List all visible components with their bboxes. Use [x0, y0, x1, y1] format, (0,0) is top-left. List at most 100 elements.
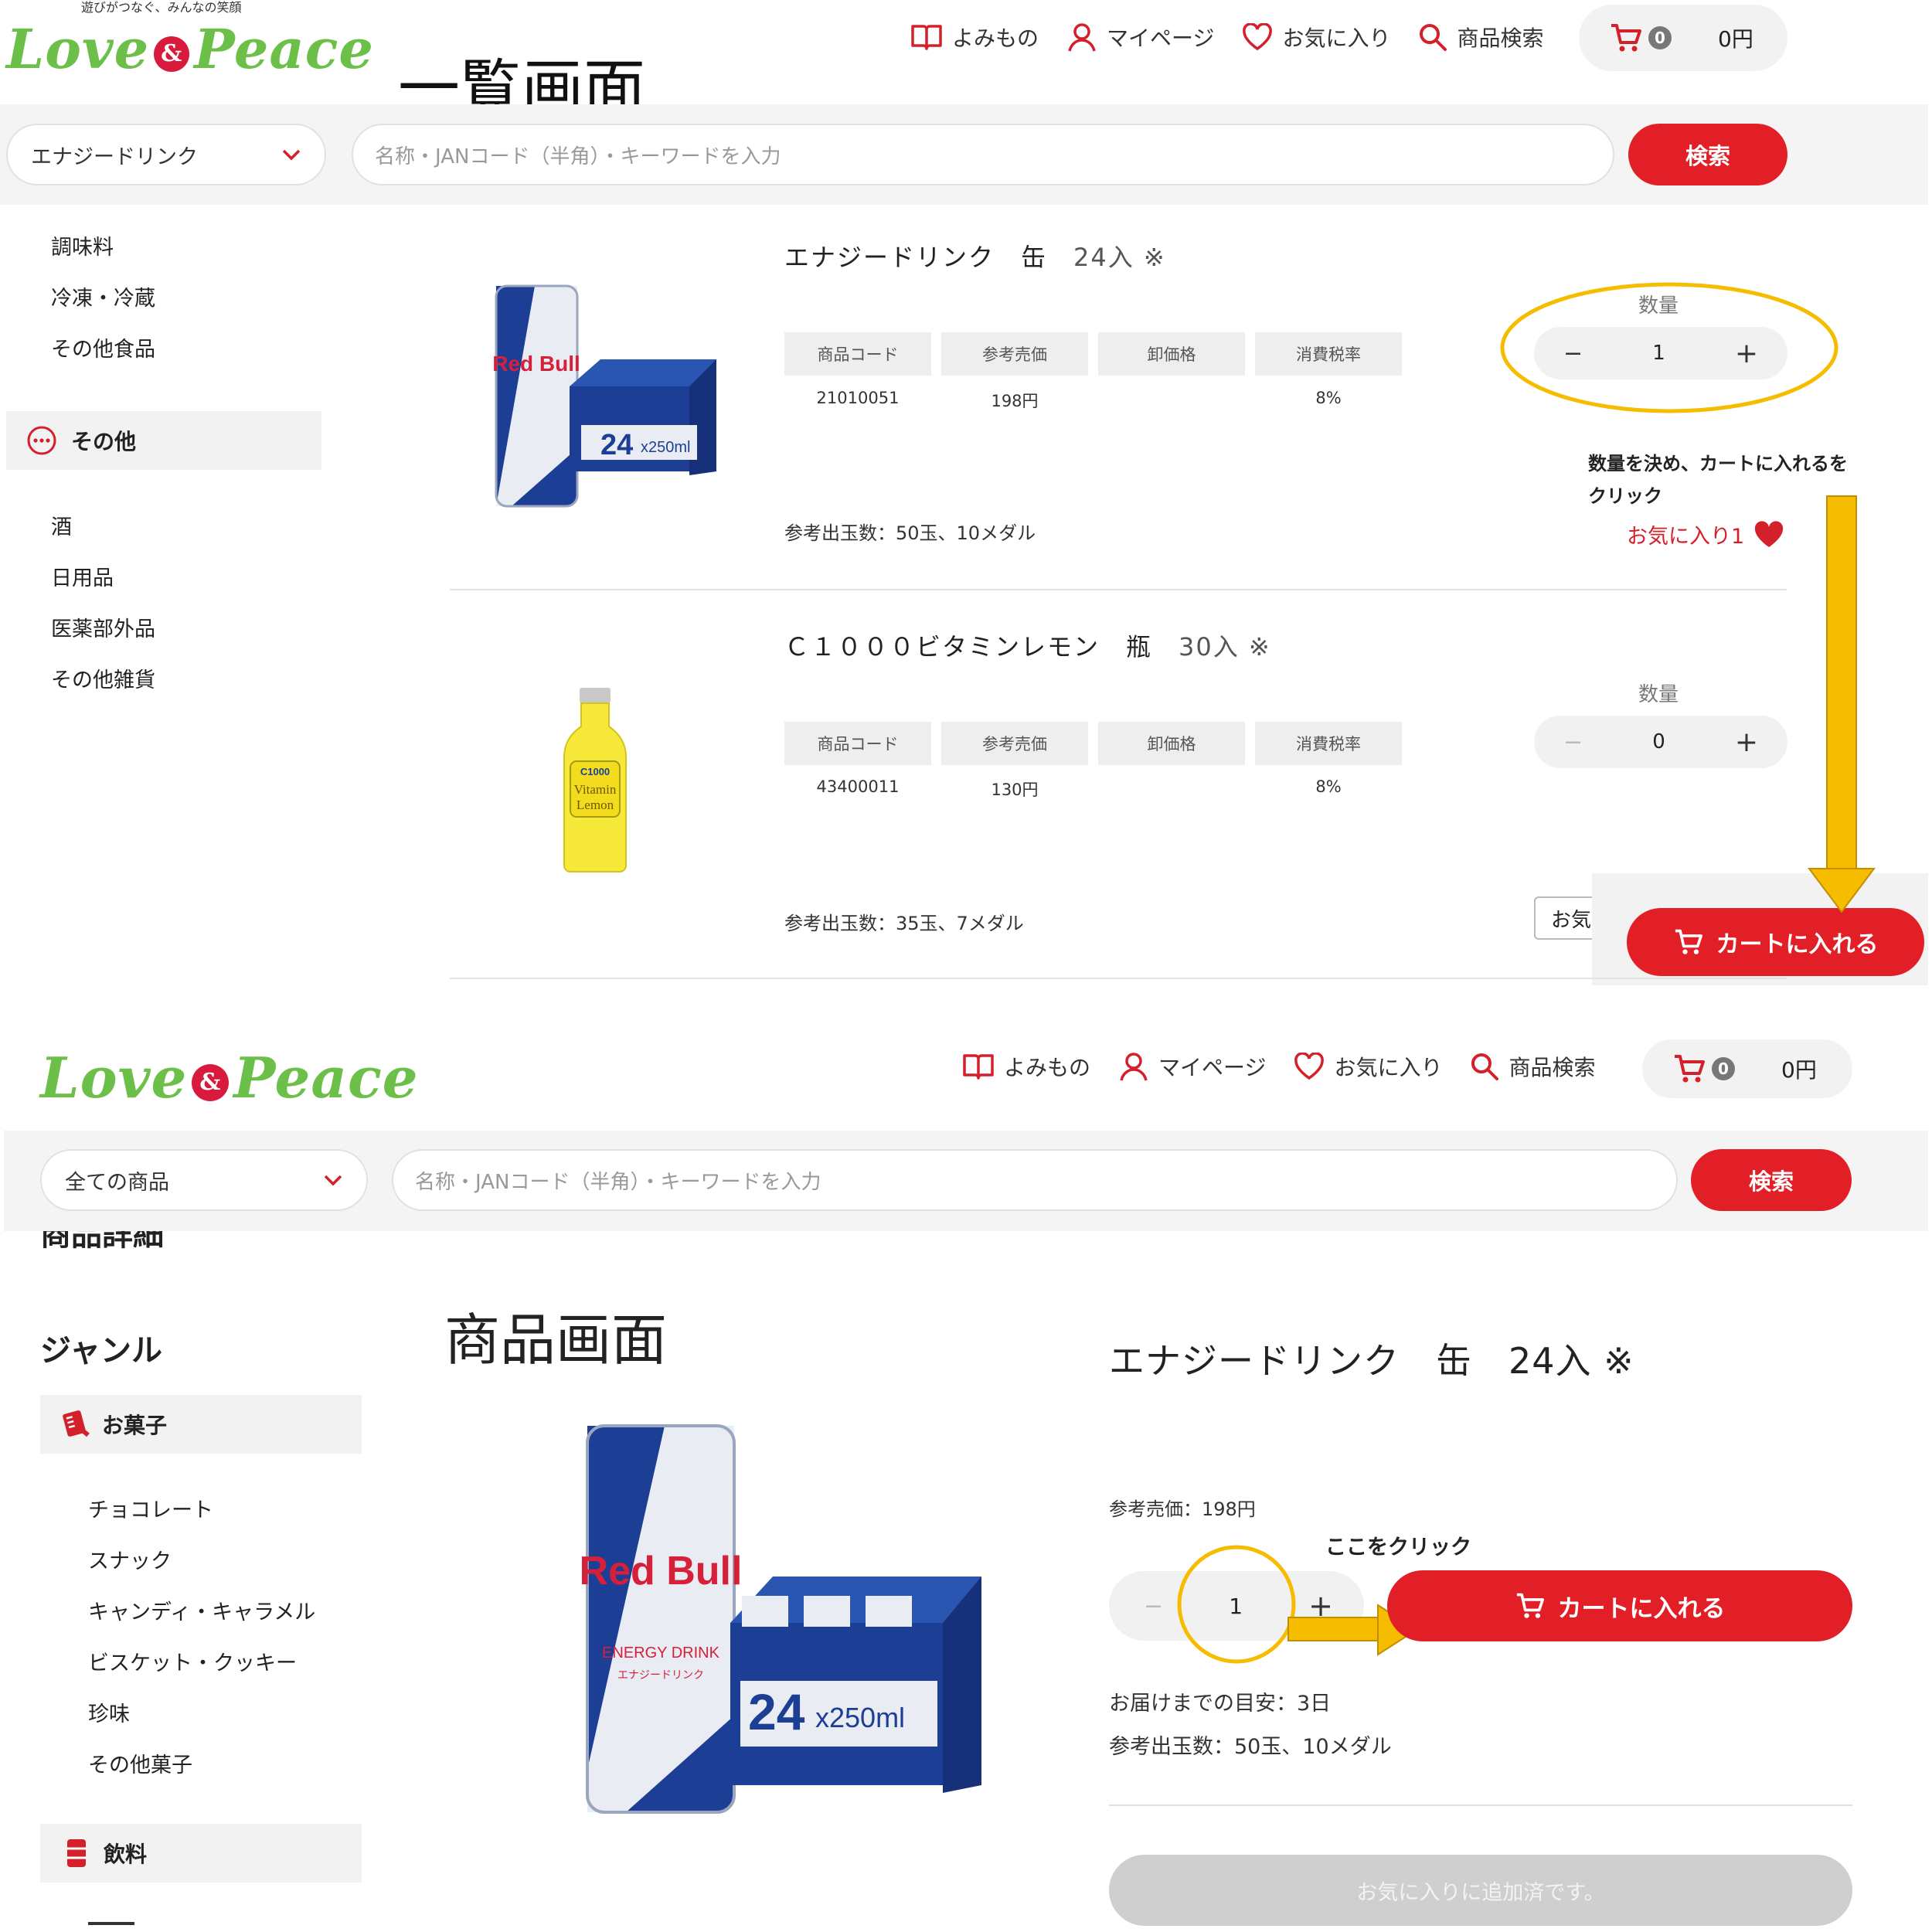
category-select[interactable]: 全ての商品: [40, 1149, 368, 1211]
nav-favorites-label: お気に入り: [1334, 1055, 1443, 1080]
product-name: Ｃ１０００ビタミンレモン 瓶: [784, 632, 1153, 662]
logo-word-love: Love: [6, 17, 150, 81]
product-image-vitamin-lemon[interactable]: C1000 Vitamin Lemon: [556, 688, 634, 873]
sidebar-item-candy[interactable]: キャンディ・キャラメル: [88, 1595, 315, 1625]
cart-summary[interactable]: 0 0円: [1579, 5, 1787, 71]
nav-reading[interactable]: よみもの: [962, 1051, 1090, 1082]
quantity-plus-button[interactable]: +: [1735, 726, 1758, 758]
product-title-energy-drink[interactable]: エナジードリンク 缶 24入 ※: [784, 238, 1166, 274]
sidebar-item-frozen[interactable]: 冷凍・冷蔵: [51, 281, 155, 311]
nav-search[interactable]: 商品検索: [1470, 1051, 1596, 1082]
user-icon: [1068, 23, 1096, 52]
header-wholesale: 卸価格: [1098, 722, 1245, 765]
sidebar-item-biscuit[interactable]: ビスケット・クッキー: [88, 1646, 297, 1676]
nav-search-label: 商品検索: [1457, 26, 1544, 51]
nav-search[interactable]: 商品検索: [1418, 22, 1544, 53]
page-heading-cut: 商品詳細: [40, 1231, 241, 1253]
page-heading-text: 商品詳細: [40, 1231, 164, 1253]
cart-count-badge: 0: [1712, 1057, 1735, 1080]
sidebar-item-misc-goods[interactable]: その他雑貨: [51, 663, 155, 693]
nav-search-label: 商品検索: [1509, 1055, 1596, 1080]
logo-tagline: 遊びがつなぐ、みんなの笑顔: [81, 0, 242, 15]
top-nav: よみもの マイページ お気に入り 商品検索: [962, 1051, 1596, 1082]
search-icon: [1471, 1053, 1499, 1080]
bottle-label-2: Vitamin: [574, 782, 617, 797]
quantity-minus-button[interactable]: −: [1144, 1593, 1163, 1620]
nav-favorites[interactable]: お気に入り: [1242, 22, 1390, 53]
product-title-vitamin-lemon[interactable]: Ｃ１０００ビタミンレモン 瓶 30入 ※: [784, 628, 1271, 663]
search-input[interactable]: 名称・JANコード（半角）・キーワードを入力: [392, 1149, 1678, 1211]
add-to-cart-button[interactable]: カートに入れる: [1627, 908, 1924, 976]
sidebar-item-snack[interactable]: スナック: [88, 1544, 172, 1574]
product-image-main: Red Bull ENERGY DRINK エナジードリンク 24 x250ml: [580, 1422, 985, 1816]
bottle-label-1: C1000: [580, 766, 610, 777]
can-jp-text: エナジードリンク: [617, 1669, 704, 1682]
sidebar-item-delicacy[interactable]: 珍味: [88, 1697, 130, 1727]
favorite-toggle[interactable]: お気に入り1: [1627, 519, 1784, 549]
nav-reading-label: よみもの: [952, 26, 1039, 51]
favorite-added-button[interactable]: お気に入りに追加済です。: [1109, 1855, 1852, 1926]
logo-amp: &: [154, 36, 190, 72]
can-brand-text: Red Bull: [580, 1549, 742, 1594]
sidebar-item-seasoning[interactable]: 調味料: [51, 230, 114, 260]
nav-mypage-label: マイページ: [1107, 26, 1215, 51]
sidebar-group-other-label: その他: [71, 429, 137, 454]
product-image-energy-drink[interactable]: Red Bull 24 x250ml: [488, 278, 720, 510]
nav-mypage[interactable]: マイページ: [1118, 1051, 1266, 1082]
quantity-stepper: − 0 +: [1534, 716, 1787, 768]
logo-word-peace: Peace: [233, 1045, 419, 1111]
case-size-text: x250ml: [641, 439, 690, 456]
value-tax-rate: 8%: [1315, 389, 1342, 407]
book-icon: [963, 1054, 994, 1080]
ref-price: 参考売価：198円: [1109, 1498, 1256, 1520]
sidebar-group-drinks[interactable]: 飲料: [40, 1824, 362, 1883]
sidebar-item-alcohol[interactable]: 酒: [51, 510, 72, 540]
logo[interactable]: Love & Peace: [6, 17, 374, 81]
nav-mypage[interactable]: マイページ: [1066, 22, 1214, 53]
add-to-cart-label: カートに入れる: [1557, 1594, 1726, 1623]
search-placeholder: 名称・JANコード（半角）・キーワードを入力: [375, 145, 781, 168]
search-icon: [1420, 24, 1447, 51]
heart-outline-icon: [1294, 1053, 1325, 1080]
payout-info: 参考出玉数：50玉、10メダル: [1109, 1735, 1392, 1759]
more-dots-icon: [27, 426, 56, 455]
book-icon: [911, 25, 942, 50]
sidebar-item-other-food[interactable]: その他食品: [51, 332, 155, 362]
search-placeholder: 名称・JANコード（半角）・キーワードを入力: [415, 1170, 821, 1194]
value-product-code: 43400011: [816, 777, 900, 796]
instruction-text-2: クリック: [1588, 485, 1662, 507]
logo-word-peace: Peace: [194, 17, 374, 81]
down-arrow-annotation: [1808, 495, 1876, 913]
sidebar-group-other[interactable]: その他: [6, 411, 321, 470]
search-input[interactable]: 名称・JANコード（半角）・キーワードを入力: [352, 124, 1614, 185]
chocolate-icon: [63, 1410, 90, 1437]
search-button[interactable]: 検索: [1691, 1149, 1852, 1211]
chevron-down-icon: [282, 149, 301, 161]
logo-word-love: Love: [40, 1045, 188, 1111]
search-button[interactable]: 検索: [1628, 124, 1787, 185]
nav-favorites[interactable]: お気に入り: [1294, 1051, 1442, 1082]
header-tax-rate: 消費税率: [1255, 332, 1402, 376]
sidebar-item-quasi-drugs[interactable]: 医薬部外品: [51, 612, 155, 642]
add-to-cart-button[interactable]: カートに入れる: [1387, 1570, 1852, 1641]
product-divider: [450, 589, 1787, 590]
detail-divider: [1109, 1804, 1852, 1806]
product-count: 24入 ※: [1073, 243, 1166, 272]
sidebar-item-daily-goods[interactable]: 日用品: [51, 561, 114, 591]
value-tax-rate: 8%: [1315, 777, 1342, 796]
sidebar-item-other-sweets[interactable]: その他菓子: [88, 1748, 192, 1778]
sidebar-group-sweets[interactable]: お菓子: [40, 1395, 362, 1454]
sidebar-item-next-cut: [88, 1922, 134, 1925]
category-select[interactable]: エナジードリンク: [6, 124, 326, 185]
nav-reading[interactable]: よみもの: [910, 22, 1039, 53]
user-icon: [1120, 1053, 1148, 1081]
quantity-minus-button[interactable]: −: [1563, 729, 1583, 756]
logo[interactable]: Love & Peace: [40, 1045, 419, 1111]
product-detail-title: エナジードリンク 缶 24入 ※: [1109, 1340, 1634, 1382]
sidebar-item-chocolate[interactable]: チョコレート: [88, 1493, 213, 1523]
category-select-value: エナジードリンク: [31, 145, 198, 169]
quantity-value[interactable]: 0: [1652, 730, 1665, 753]
header-tax-rate: 消費税率: [1255, 722, 1402, 765]
cart-summary[interactable]: 0 0円: [1642, 1039, 1852, 1098]
category-select-value: 全ての商品: [65, 1170, 169, 1195]
